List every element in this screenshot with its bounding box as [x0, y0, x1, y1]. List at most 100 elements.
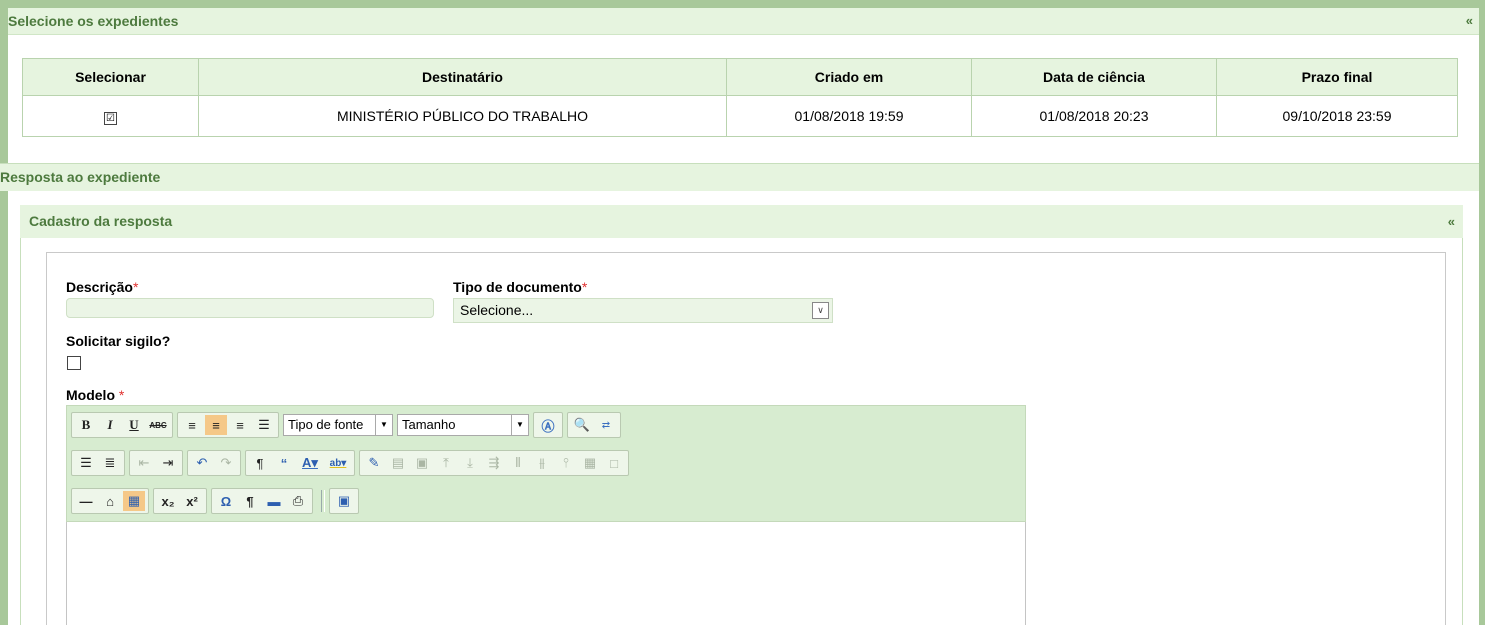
cadastro-panel-header[interactable]: Cadastro da resposta «	[20, 205, 1463, 238]
list-group: ☰ ≣	[71, 450, 125, 476]
column-header-prazo-final: Prazo final	[1216, 58, 1458, 96]
column-header-criado-em: Criado em	[726, 58, 972, 96]
modelo-label-text: Modelo	[66, 387, 115, 403]
tipo-documento-label: Tipo de documento*	[453, 279, 587, 295]
left-frame-accent	[0, 158, 8, 625]
column-header-selecionar: Selecionar	[22, 58, 199, 96]
select-checkbox[interactable]: ☑	[104, 111, 117, 125]
expedientes-table: Selecionar Destinatário Criado em Data d…	[22, 58, 1458, 137]
modelo-label: Modelo *	[66, 387, 124, 403]
misc-group-1: Ⓐ	[533, 412, 563, 438]
editor-toolbar: B I U ABC ≡ ≡ ≡ ☰ Tipo de fonte ▼ Tamanh…	[66, 405, 1026, 522]
collapse-icon[interactable]: «	[1466, 8, 1473, 34]
collapse-icon[interactable]: «	[1448, 205, 1455, 238]
toolbar-row-2: ☰ ≣ ⇤ ⇥ ↶ ↷ ¶ “ A▾ ab▾ ✎ ▤ ▣ ⤒ ⤓ ⇶ ⫴ ⫵ ⫯…	[71, 450, 633, 476]
criado-em-cell: 01/08/2018 19:59	[726, 95, 972, 137]
script-group: x₂ x²	[153, 488, 207, 514]
italic-icon[interactable]: I	[99, 415, 121, 435]
delete-row-icon[interactable]: ⇶	[483, 453, 505, 473]
align-center-icon[interactable]: ≡	[205, 415, 227, 435]
column-header-destinatario: Destinatário	[198, 58, 727, 96]
required-mark: *	[132, 279, 139, 295]
descricao-label: Descrição*	[66, 279, 138, 295]
undo-icon[interactable]: ↶	[191, 453, 213, 473]
replace-icon[interactable]: ⇄	[595, 415, 617, 435]
insert-col-before-icon[interactable]: ⫴	[507, 453, 529, 473]
search-group: 🔍 ⇄	[567, 412, 621, 438]
underline-icon[interactable]: U	[123, 415, 145, 435]
fullscreen-icon[interactable]: ▣	[333, 491, 355, 511]
font-color-icon[interactable]: A▾	[297, 453, 323, 473]
align-right-icon[interactable]: ≡	[229, 415, 251, 435]
font-size-combo[interactable]: Tamanho ▼	[397, 414, 529, 436]
show-blocks-icon[interactable]: ¶	[239, 491, 261, 511]
descricao-input[interactable]	[66, 298, 434, 318]
merge-cells-icon[interactable]: □	[603, 453, 625, 473]
delete-col-icon[interactable]: ⫯	[555, 453, 577, 473]
destinatario-cell: MINISTÉRIO PÚBLICO DO TRABALHO	[198, 95, 727, 137]
tipo-documento-select[interactable]: Selecione... ∨	[453, 298, 833, 323]
column-header-data-ciencia: Data de ciência	[971, 58, 1217, 96]
insert-row-after-icon[interactable]: ⤓	[459, 453, 481, 473]
align-left-icon[interactable]: ≡	[181, 415, 203, 435]
align-justify-icon[interactable]: ☰	[253, 415, 275, 435]
text-style-group: B I U ABC	[71, 412, 173, 438]
indent-group: ⇤ ⇥	[129, 450, 183, 476]
descricao-label-text: Descrição	[66, 279, 133, 295]
superscript-icon[interactable]: x²	[181, 491, 203, 511]
data-ciencia-cell: 01/08/2018 20:23	[971, 95, 1217, 137]
chevron-down-icon[interactable]: ∨	[812, 302, 829, 319]
table-cell-props-icon[interactable]: ▣	[411, 453, 433, 473]
special-char-icon[interactable]: Ω	[215, 491, 237, 511]
bullet-list-icon[interactable]: ☰	[75, 453, 97, 473]
align-group: ≡ ≡ ≡ ☰	[177, 412, 279, 438]
print-icon[interactable]: ⎙	[287, 491, 309, 511]
subscript-icon[interactable]: x₂	[157, 491, 179, 511]
expedientes-panel-header[interactable]: Selecione os expedientes «	[8, 8, 1479, 35]
indent-icon[interactable]: ⇥	[157, 453, 179, 473]
editor-content-area[interactable]	[66, 522, 1026, 625]
eraser-icon[interactable]: ⌂	[99, 491, 121, 511]
select-cell: ☑	[22, 95, 199, 137]
prazo-final-cell: 09/10/2018 23:59	[1216, 95, 1458, 137]
insert-group: — ⌂ ▦	[71, 488, 149, 514]
edit-icon[interactable]: ✎	[363, 453, 385, 473]
expedientes-panel-title: Selecione os expedientes	[8, 13, 179, 29]
find-icon[interactable]: 🔍	[571, 415, 593, 435]
chevron-down-icon[interactable]: ▼	[511, 415, 528, 435]
toolbar-separator	[321, 490, 325, 512]
font-family-combo-label: Tipo de fonte	[288, 417, 364, 432]
resposta-section-header[interactable]: Resposta ao expediente	[0, 163, 1479, 191]
sigilo-checkbox[interactable]	[67, 356, 81, 370]
font-size-combo-label: Tamanho	[402, 417, 456, 432]
insert-row-before-icon[interactable]: ⤒	[435, 453, 457, 473]
cadastro-panel-title: Cadastro da resposta	[29, 213, 173, 229]
table-row: ☑ MINISTÉRIO PÚBLICO DO TRABALHO 01/08/2…	[22, 95, 1458, 137]
toolbar-row-3: — ⌂ ▦ x₂ x² Ω ¶ ▬ ⎙ ▣	[71, 488, 363, 514]
nonbreaking-space-icon[interactable]: ▬	[263, 491, 285, 511]
split-cells-icon[interactable]: ▦	[579, 453, 601, 473]
outdent-icon[interactable]: ⇤	[133, 453, 155, 473]
select-all-icon[interactable]: Ⓐ	[537, 415, 559, 435]
tipo-documento-selected: Selecione...	[460, 302, 534, 318]
table-header-row: Selecionar Destinatário Criado em Data d…	[22, 58, 1458, 96]
horizontal-rule-icon[interactable]: —	[75, 491, 97, 511]
resposta-section-title: Resposta ao expediente	[0, 169, 161, 185]
redo-icon[interactable]: ↷	[215, 453, 237, 473]
blockquote-icon[interactable]: “	[273, 453, 295, 473]
insert-col-after-icon[interactable]: ⫵	[531, 453, 553, 473]
highlight-color-icon[interactable]: ab▾	[325, 453, 351, 473]
bold-icon[interactable]: B	[75, 415, 97, 435]
tipo-documento-label-text: Tipo de documento	[453, 279, 582, 295]
numbered-list-icon[interactable]: ≣	[99, 453, 121, 473]
required-mark: *	[581, 279, 588, 295]
sigilo-label: Solicitar sigilo?	[66, 333, 171, 349]
strikethrough-icon[interactable]: ABC	[147, 415, 169, 435]
font-family-combo[interactable]: Tipo de fonte ▼	[283, 414, 393, 436]
table-row-props-icon[interactable]: ▤	[387, 453, 409, 473]
paragraph-format-icon[interactable]: ¶	[249, 453, 271, 473]
required-mark: *	[118, 387, 125, 403]
table-icon[interactable]: ▦	[123, 491, 145, 511]
table-group: ✎ ▤ ▣ ⤒ ⤓ ⇶ ⫴ ⫵ ⫯ ▦ □	[359, 450, 629, 476]
chevron-down-icon[interactable]: ▼	[375, 415, 392, 435]
